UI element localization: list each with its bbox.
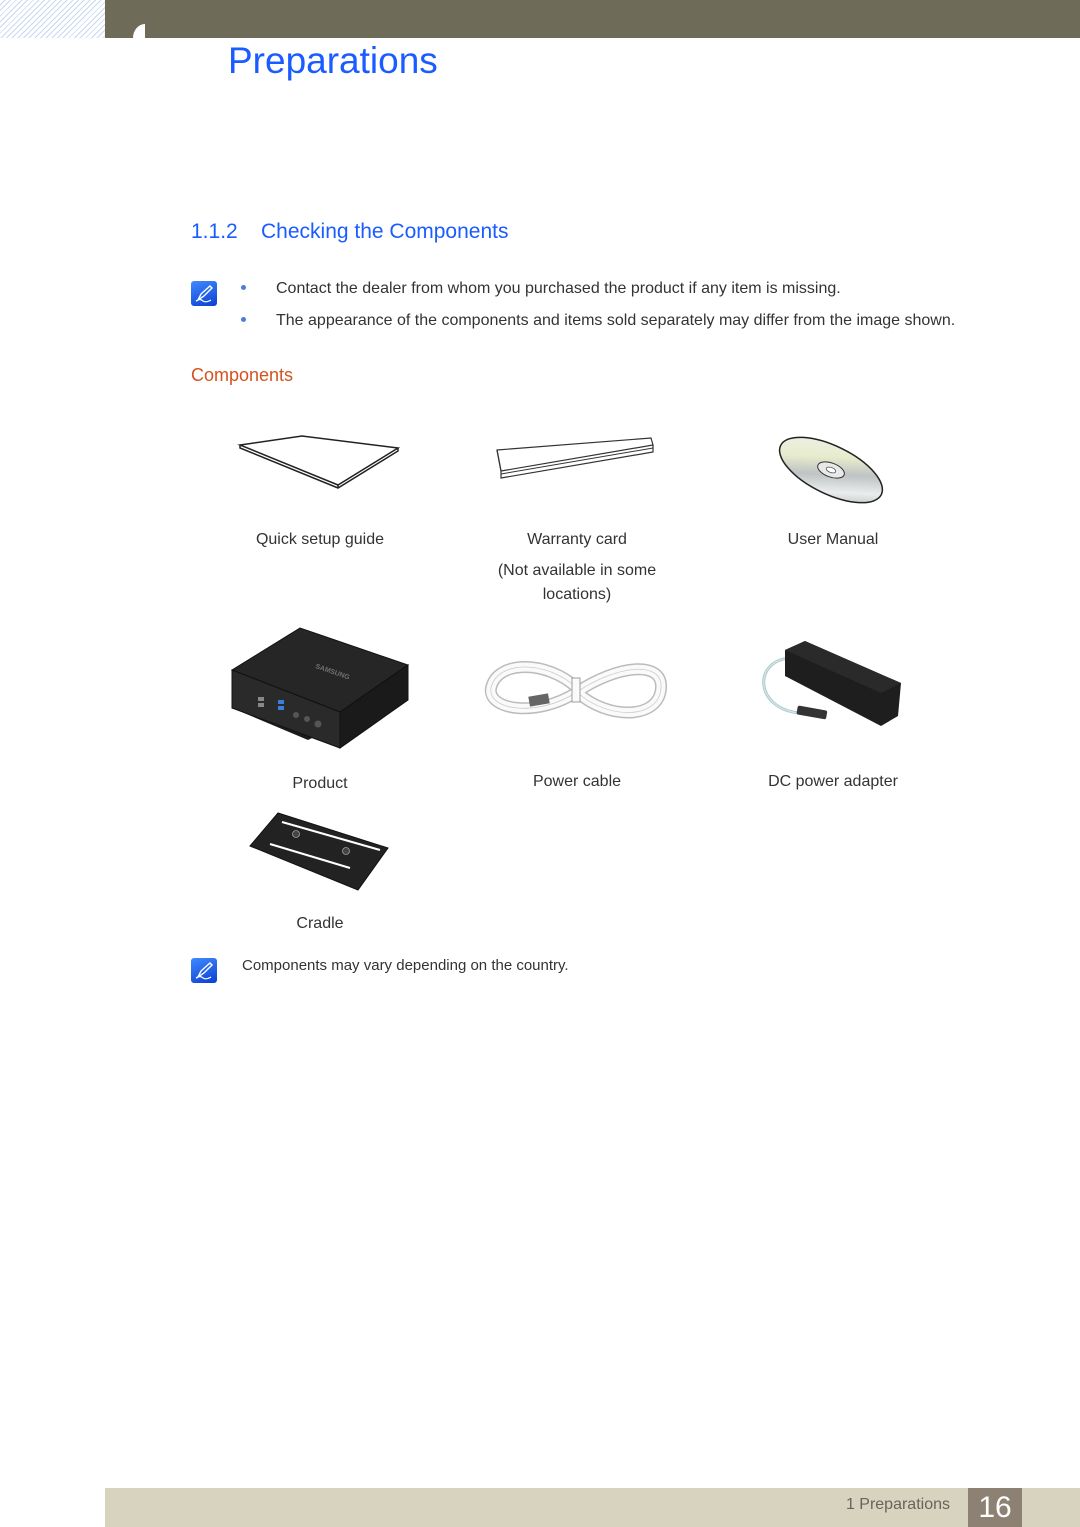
component-label: Cradle: [296, 915, 344, 932]
card-icon: [496, 437, 654, 479]
section-heading: Checking the Components: [261, 220, 509, 243]
cradle-icon: [249, 812, 389, 891]
cd-disc-icon: [778, 436, 884, 504]
header-tab-notch: [105, 24, 149, 38]
power-adapter-icon: [762, 641, 901, 726]
component-note: (Not available in some: [497, 562, 657, 579]
component-label: Quick setup guide: [255, 531, 385, 548]
component-label: Product: [292, 775, 348, 792]
component-quick-setup-guide: Quick setup guide: [220, 428, 420, 549]
product-box-icon: SAMSUNG: [230, 627, 410, 749]
note-bullet: Contact the dealer from whom you purchas…: [241, 280, 841, 298]
power-cable-icon: [484, 661, 667, 719]
bullet-dot-icon: [241, 285, 246, 290]
bottom-note-text: Components may vary depending on the cou…: [242, 957, 569, 974]
component-label: Power cable: [532, 773, 622, 790]
bullet-dot-icon: [241, 317, 246, 322]
booklet-icon: [237, 435, 401, 489]
component-cradle: Cradle: [220, 808, 420, 933]
subsection-title: Components: [191, 365, 294, 385]
chapter-title: Preparations: [228, 40, 438, 81]
header-bar: [105, 0, 1080, 38]
component-label: User Manual: [787, 531, 879, 548]
component-dc-power-adapter: DC power adapter: [733, 638, 933, 791]
note-bullet: The appearance of the components and ite…: [241, 312, 955, 330]
component-user-manual: User Manual: [733, 428, 933, 549]
header-hatch-pattern: [0, 0, 105, 38]
page-number: 16: [968, 1488, 1022, 1527]
component-label: Warranty card: [527, 531, 627, 548]
component-label: DC power adapter: [768, 773, 898, 790]
component-power-cable: Power cable: [477, 640, 677, 791]
component-note: locations): [542, 586, 612, 603]
note-pen-icon: [191, 281, 217, 306]
note-pen-icon: [191, 958, 217, 983]
section-number: 1.1.2: [191, 220, 238, 243]
component-warranty-card: Warranty card (Not available in some loc…: [477, 428, 677, 604]
section-title: 1.1.2 Checking the Components: [191, 220, 508, 244]
footer-chapter-label: 1 Preparations: [845, 1496, 950, 1513]
component-product: SAMSUNG Product: [220, 620, 420, 793]
